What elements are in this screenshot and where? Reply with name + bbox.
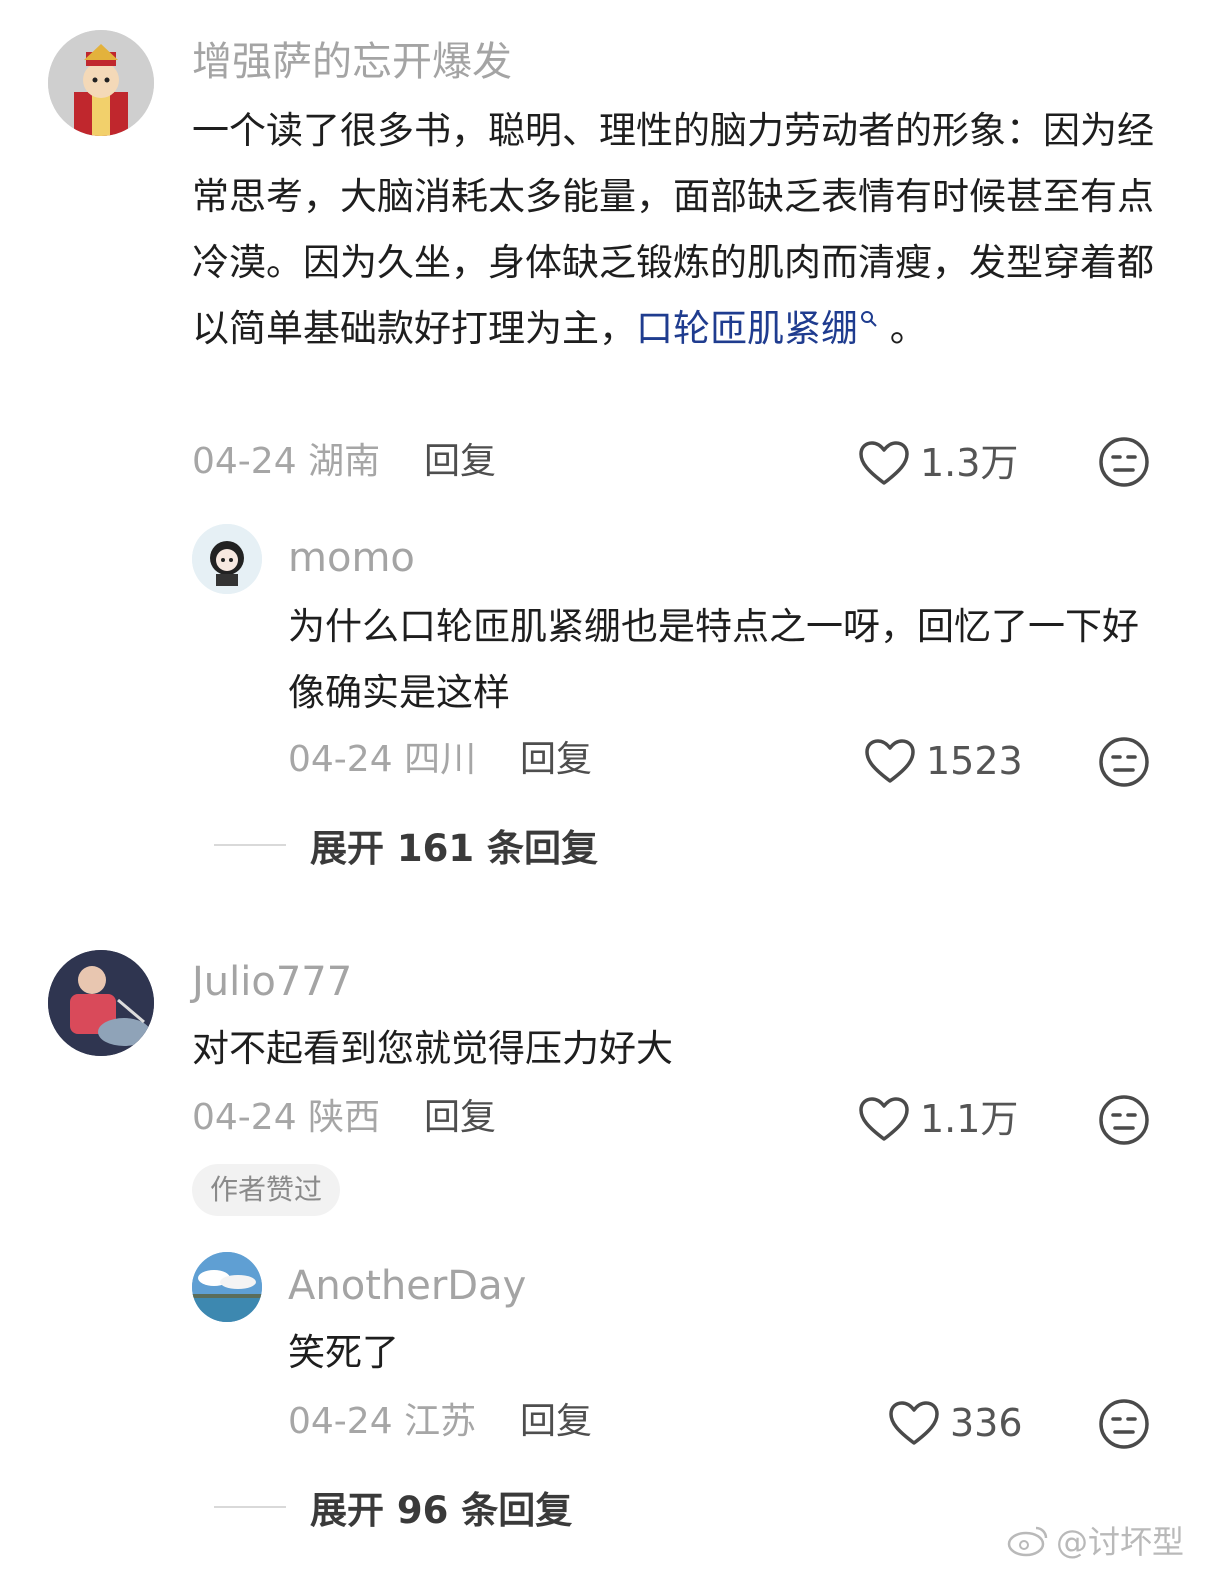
avatar-image — [192, 1252, 262, 1322]
reply-location: 四川 — [404, 739, 477, 780]
avatar[interactable] — [48, 950, 154, 1056]
avatar-image — [192, 524, 262, 594]
search-icon — [861, 310, 877, 327]
dislike-button[interactable] — [1098, 1094, 1150, 1150]
avatar[interactable] — [192, 1252, 262, 1322]
comment-username[interactable]: 增强萨的忘开爆发 — [192, 38, 512, 86]
reply-date: 04-24 — [288, 1401, 393, 1442]
watermark-text: @讨坏型 — [1055, 1523, 1184, 1561]
comment-text: 对不起看到您就觉得压力好大 — [192, 1027, 673, 1070]
avatar[interactable] — [48, 30, 154, 136]
meh-face-icon — [1099, 737, 1149, 787]
reply-button[interactable]: 回复 — [424, 1096, 496, 1140]
heart-icon — [865, 739, 915, 783]
like-button[interactable]: 1523 — [864, 738, 1023, 784]
comment-username[interactable]: Julio777 — [192, 958, 352, 1006]
heart-icon — [859, 441, 909, 485]
expand-replies-label: 展开 161 条回复 — [310, 827, 598, 870]
comment-date: 04-24 — [192, 1097, 297, 1138]
like-button[interactable]: 1.3万 — [858, 440, 1018, 486]
comment-text-suffix: 。 — [889, 307, 927, 350]
watermark: @讨坏型 — [1006, 1517, 1184, 1563]
like-count: 336 — [950, 1401, 1023, 1445]
like-button[interactable]: 336 — [888, 1400, 1023, 1446]
divider-line — [214, 1506, 286, 1508]
expand-replies-label: 展开 96 条回复 — [310, 1489, 573, 1532]
reply-username[interactable]: AnotherDay — [288, 1262, 526, 1310]
dislike-button[interactable] — [1098, 436, 1150, 492]
comment-meta: 04-24 湖南 — [192, 440, 380, 484]
search-tag-label: 口轮匝肌紧绷 — [636, 307, 858, 350]
comment-meta: 04-24 陕西 — [192, 1096, 380, 1140]
comment-text: 一个读了很多书，聪明、理性的脑力劳动者的形象：因为经常思考，大脑消耗太多能量，面… — [192, 98, 1154, 362]
comment-location: 陕西 — [308, 1097, 381, 1138]
like-button[interactable]: 1.1万 — [858, 1096, 1018, 1142]
reply-meta: 04-24 四川 — [288, 738, 476, 782]
weibo-icon — [1007, 1526, 1048, 1557]
avatar[interactable] — [192, 524, 262, 594]
dislike-button[interactable] — [1098, 1398, 1150, 1454]
expand-replies-button[interactable]: 展开 96 条回复 — [214, 1480, 572, 1534]
reply-date: 04-24 — [288, 739, 393, 780]
reply-location: 江苏 — [404, 1401, 477, 1442]
like-count: 1.3万 — [920, 441, 1019, 485]
like-count: 1.1万 — [920, 1097, 1019, 1141]
search-tag-link[interactable]: 口轮匝肌紧绷 — [636, 307, 878, 350]
reply-text: 笑死了 — [288, 1331, 399, 1374]
avatar-image — [48, 30, 154, 136]
like-count: 1523 — [926, 739, 1023, 783]
reply-button[interactable]: 回复 — [424, 440, 496, 484]
reply-meta: 04-24 江苏 — [288, 1400, 476, 1444]
heart-icon — [889, 1401, 939, 1445]
reply-button[interactable]: 回复 — [520, 738, 592, 782]
meh-face-icon — [1099, 437, 1149, 487]
meh-face-icon — [1099, 1399, 1149, 1449]
comment-date: 04-24 — [192, 441, 297, 482]
divider-line — [214, 844, 286, 846]
expand-replies-button[interactable]: 展开 161 条回复 — [214, 818, 598, 872]
dislike-button[interactable] — [1098, 736, 1150, 792]
heart-icon — [859, 1097, 909, 1141]
reply-button[interactable]: 回复 — [520, 1400, 592, 1444]
reply-text: 为什么口轮匝肌紧绷也是特点之一呀，回忆了一下好像确实是这样 — [288, 605, 1139, 714]
avatar-image — [48, 950, 154, 1056]
comment-location: 湖南 — [308, 441, 381, 482]
meh-face-icon — [1099, 1095, 1149, 1145]
author-liked-badge: 作者赞过 — [192, 1164, 341, 1216]
reply-username[interactable]: momo — [288, 534, 415, 582]
